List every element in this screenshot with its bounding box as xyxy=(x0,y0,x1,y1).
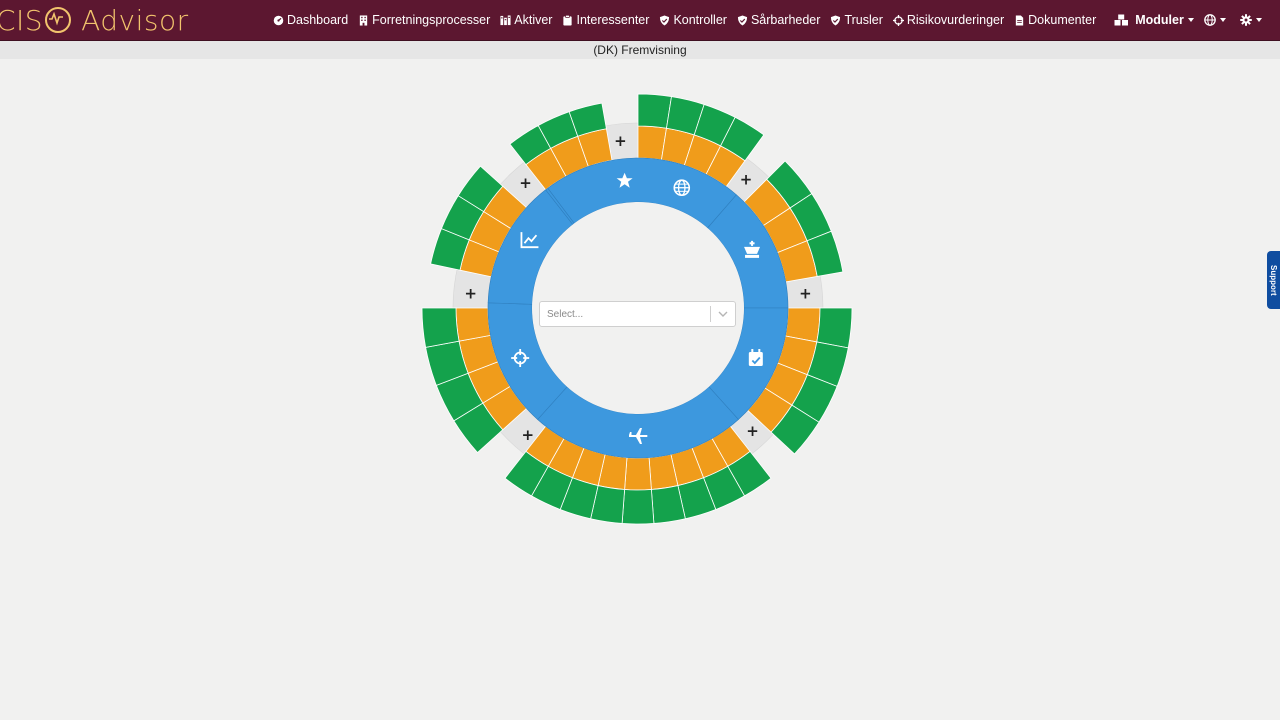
add-segment-button[interactable]: + xyxy=(464,284,477,302)
wheel-middle-segment[interactable] xyxy=(455,307,491,342)
chevron-down-icon[interactable] xyxy=(711,311,735,317)
add-segment-button[interactable]: + xyxy=(746,422,759,440)
add-segment-button[interactable]: + xyxy=(521,426,534,444)
add-segment-button[interactable]: + xyxy=(519,174,532,192)
center-select-placeholder: Select... xyxy=(547,308,584,320)
wheel-outer-segment[interactable] xyxy=(637,93,672,129)
wheel-outer-segment[interactable] xyxy=(621,489,655,525)
add-segment-button[interactable]: + xyxy=(799,284,812,302)
wheel-outer-segment[interactable] xyxy=(816,307,853,349)
wheel-middle-segment[interactable] xyxy=(624,457,652,491)
support-tab[interactable]: Support xyxy=(1267,251,1280,309)
center-select[interactable]: Select... xyxy=(539,301,736,327)
risk-wheel: + + + + + + + xyxy=(421,93,853,525)
wheel-outer-segment[interactable] xyxy=(421,307,460,348)
add-segment-button[interactable]: + xyxy=(614,132,627,150)
support-label: Support xyxy=(1269,264,1278,296)
add-segment-button[interactable]: + xyxy=(740,170,753,188)
